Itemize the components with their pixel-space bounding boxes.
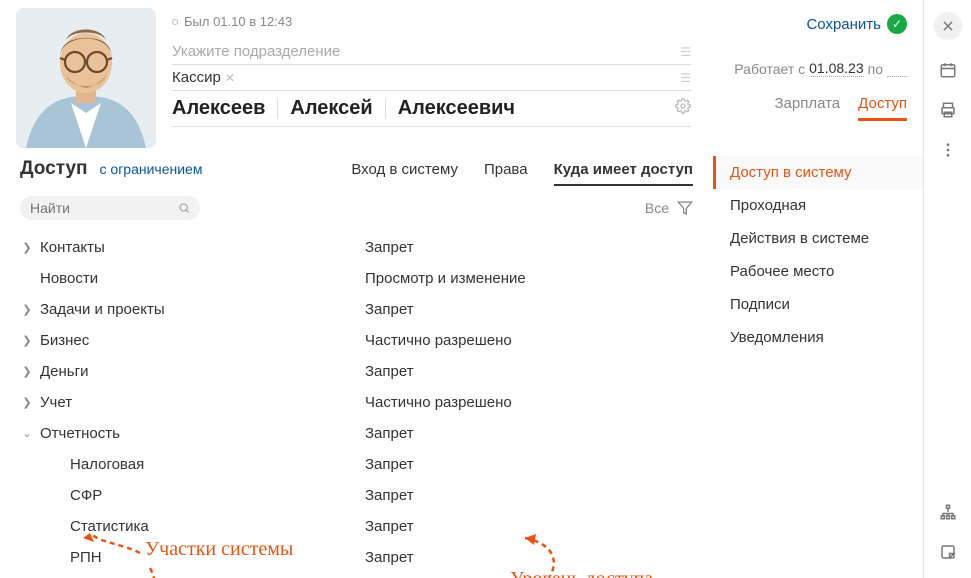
printer-icon[interactable] [938, 100, 958, 120]
position-chip[interactable]: Кассир ✕ [172, 69, 235, 86]
tree-spacer [50, 459, 64, 471]
search-input[interactable] [30, 200, 172, 216]
avatar[interactable] [16, 8, 156, 148]
side-item-workplace[interactable]: Рабочее место [713, 255, 923, 288]
chevron-right-icon[interactable]: ❯ [20, 365, 34, 378]
first-name[interactable]: Алексей [290, 97, 372, 120]
right-rail [923, 0, 971, 578]
tree-value[interactable]: Запрет [365, 487, 414, 504]
tree-value[interactable]: Запрет [365, 425, 414, 442]
tree-label-text: Деньги [40, 363, 88, 380]
tree-row[interactable]: ❯ Бизнес Частично разрешено [20, 325, 693, 356]
tree-label-text: Бизнес [40, 332, 89, 349]
tree-value[interactable]: Просмотр и изменение [365, 270, 526, 287]
tree-spacer [50, 552, 64, 564]
chevron-right-icon[interactable]: ❯ [20, 241, 34, 254]
tree-row[interactable]: ⌄ Отчетность Запрет [20, 418, 693, 449]
close-icon[interactable] [934, 12, 962, 40]
note-icon[interactable] [938, 542, 958, 562]
save-button[interactable]: Сохранить ✓ [707, 14, 907, 34]
side-item-signatures[interactable]: Подписи [713, 288, 923, 321]
more-icon[interactable] [938, 140, 958, 160]
tree-value[interactable]: Частично разрешено [365, 332, 512, 349]
last-seen-status: Был 01.10 в 12:43 [172, 14, 691, 29]
check-icon: ✓ [887, 14, 907, 34]
tree-spacer [50, 521, 64, 533]
middle-name[interactable]: Алексеевич [398, 97, 515, 120]
tree-label-text: Новости [40, 270, 98, 287]
name-row[interactable]: Алексеев Алексей Алексеевич [172, 91, 691, 127]
filter-icon[interactable] [677, 200, 693, 216]
filter-all[interactable]: Все [645, 200, 669, 216]
chevron-right-icon[interactable]: ❯ [20, 303, 34, 316]
tree-row[interactable]: РПН Запрет [20, 542, 693, 573]
last-name[interactable]: Алексеев [172, 97, 265, 120]
profile-header: Был 01.10 в 12:43 Укажите подразделение … [0, 0, 923, 148]
side-menu: Доступ в систему Проходная Действия в си… [713, 148, 923, 578]
status-dot-icon [172, 19, 178, 25]
chevron-down-icon[interactable]: ⌄ [20, 427, 34, 440]
gear-icon[interactable] [675, 97, 691, 120]
side-item-system-access[interactable]: Доступ в систему [713, 156, 923, 189]
tree-value[interactable]: Частично разрешено [365, 394, 512, 411]
tree-label-text: СФР [70, 487, 102, 504]
tree-spacer [50, 490, 64, 502]
tree-value[interactable]: Запрет [365, 456, 414, 473]
access-panel: Доступ с ограничением Вход в систему Пра… [0, 148, 713, 578]
tree-label-text: Отчетность [40, 425, 120, 442]
tree-row[interactable]: ❯ Учет Частично разрешено [20, 387, 693, 418]
subtab-where-access[interactable]: Куда имеет доступ [554, 161, 693, 186]
calendar-icon[interactable] [938, 60, 958, 80]
tree-label-text: Задачи и проекты [40, 301, 165, 318]
tree-value[interactable]: Запрет [365, 363, 414, 380]
avatar-image [16, 8, 156, 148]
division-input[interactable]: Укажите подразделение ☰ [172, 39, 691, 65]
position-input[interactable]: Кассир ✕ ☰ [172, 65, 691, 91]
chevron-right-icon[interactable]: ❯ [20, 396, 34, 409]
right-tabs: Зарплата Доступ [707, 95, 907, 121]
access-title: Доступ [20, 158, 88, 180]
burger-icon[interactable]: ☰ [680, 71, 691, 85]
subtab-rights[interactable]: Права [484, 161, 528, 186]
burger-icon[interactable]: ☰ [680, 45, 691, 59]
tree-label-text: РПН [70, 549, 102, 566]
side-item-system-actions[interactable]: Действия в системе [713, 222, 923, 255]
tree-value[interactable]: Запрет [365, 518, 414, 535]
tree-label-text: Статистика [70, 518, 149, 535]
tree-row[interactable]: ❯ Деньги Запрет [20, 356, 693, 387]
tree-value[interactable]: Запрет [365, 239, 414, 256]
search-box[interactable] [20, 196, 200, 220]
tree-spacer [20, 273, 34, 285]
tree-row[interactable]: Статистика Запрет [20, 511, 693, 542]
tree-row[interactable]: ❯ Задачи и проекты Запрет [20, 294, 693, 325]
tab-access[interactable]: Доступ [858, 95, 907, 121]
search-icon [178, 201, 190, 215]
chevron-right-icon[interactable]: ❯ [20, 334, 34, 347]
tree-label-text: Контакты [40, 239, 105, 256]
access-sub-tabs: Вход в систему Права Куда имеет доступ [351, 161, 693, 186]
tree-value[interactable]: Запрет [365, 301, 414, 318]
tree-label-text: Учет [40, 394, 72, 411]
side-item-notifications[interactable]: Уведомления [713, 321, 923, 354]
tab-salary[interactable]: Зарплата [774, 95, 840, 121]
access-restriction-link[interactable]: с ограничением [100, 161, 203, 177]
tree-label-text: Налоговая [70, 456, 144, 473]
chip-remove-icon[interactable]: ✕ [225, 71, 235, 85]
tree-row[interactable]: ❯ Контакты Запрет [20, 232, 693, 263]
tree-row[interactable]: Новости Просмотр и изменение [20, 263, 693, 294]
tree-row[interactable]: Налоговая Запрет [20, 449, 693, 480]
side-item-checkpoint[interactable]: Проходная [713, 189, 923, 222]
tree-value[interactable]: Запрет [365, 549, 414, 566]
subtab-login[interactable]: Вход в систему [351, 161, 458, 186]
sitemap-icon[interactable] [938, 502, 958, 522]
works-from[interactable]: Работает с 01.08.23 по [707, 60, 907, 77]
tree-row[interactable]: СФР Запрет [20, 480, 693, 511]
access-tree: ❯ Контакты Запрет Новости Просмотр и измене… [20, 232, 693, 573]
